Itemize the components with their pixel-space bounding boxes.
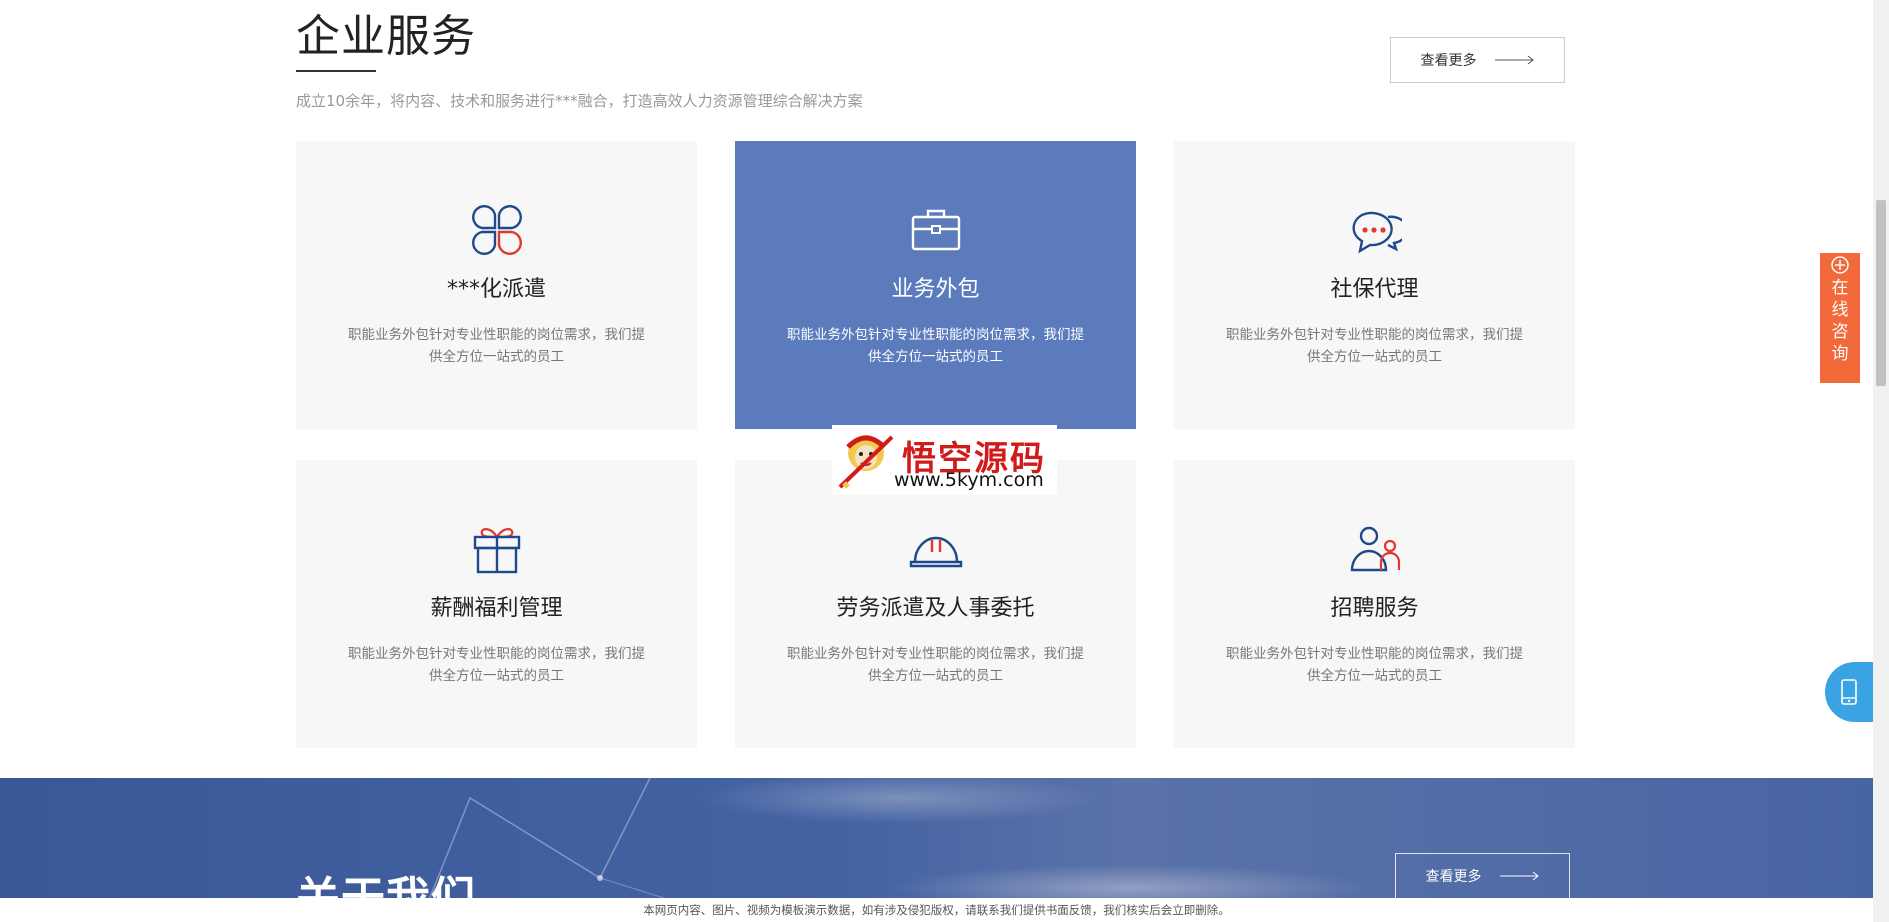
watermark-url: www.5kym.com	[894, 469, 1044, 491]
view-more-button[interactable]: 查看更多	[1390, 37, 1565, 83]
hard-hat-icon	[909, 536, 962, 568]
gift-icon	[473, 528, 520, 574]
card-title: 社保代理	[1330, 277, 1419, 302]
card-description: 职能业务外包针对专业性职能的岗位需求，我们提供全方位一站式的员工	[1226, 646, 1523, 684]
card-title: 业务外包	[891, 277, 980, 302]
long-arrow-right-icon	[1499, 871, 1539, 881]
long-arrow-right-icon	[1494, 55, 1534, 65]
users-icon	[1350, 526, 1400, 572]
card-description: 职能业务外包针对专业性职能的岗位需求，我们提供全方位一站式的员工	[787, 646, 1084, 684]
clover-icon	[471, 205, 522, 255]
service-card-active[interactable]: 业务外包 职能业务外包针对专业性职能的岗位需求，我们提供全方位一站式的员工	[735, 141, 1136, 429]
consult-label: 在线咨询	[1831, 278, 1849, 364]
online-consult-tab[interactable]: 在线咨询	[1820, 253, 1860, 383]
card-description: 职能业务外包针对专业性职能的岗位需求，我们提供全方位一站式的员工	[348, 646, 645, 684]
card-title: 招聘服务	[1330, 596, 1419, 621]
about-view-more-button[interactable]: 查看更多	[1395, 853, 1570, 899]
card-description: 职能业务外包针对专业性职能的岗位需求，我们提供全方位一站式的员工	[787, 327, 1084, 365]
service-card[interactable]: 社保代理 职能业务外包针对专业性职能的岗位需求，我们提供全方位一站式的员工	[1174, 141, 1575, 429]
phone-contact-button[interactable]	[1825, 662, 1873, 722]
title-underline	[296, 70, 376, 72]
chat-bubbles-icon	[1352, 211, 1402, 254]
view-more-label: 查看更多	[1425, 869, 1482, 885]
service-card[interactable]: ***化派遣 职能业务外包针对专业性职能的岗位需求，我们提供全方位一站式的员工	[296, 141, 697, 429]
section-subtitle: 成立10余年，将内容、技术和服务进行***融合，打造高效人力资源管理综合解决方案	[296, 92, 863, 110]
watermark-logo: 悟空源码 www.5kym.com	[832, 425, 1057, 495]
page-scrollbar[interactable]	[1873, 0, 1889, 922]
service-card[interactable]: 薪酬福利管理 职能业务外包针对专业性职能的岗位需求，我们提供全方位一站式的员工	[296, 460, 697, 748]
briefcase-icon	[911, 209, 960, 251]
service-card[interactable]: 劳务派遣及人事委托 职能业务外包针对专业性职能的岗位需求，我们提供全方位一站式的…	[735, 460, 1136, 748]
plus-circle-icon	[1831, 256, 1849, 274]
card-description: 职能业务外包针对专业性职能的岗位需求，我们提供全方位一站式的员工	[348, 327, 645, 365]
mobile-phone-icon	[1841, 679, 1857, 705]
card-title: 薪酬福利管理	[430, 596, 563, 621]
service-card[interactable]: 招聘服务 职能业务外包针对专业性职能的岗位需求，我们提供全方位一站式的员工	[1174, 460, 1575, 748]
card-title: ***化派遣	[446, 277, 546, 302]
monkey-king-icon	[838, 435, 894, 489]
scrollbar-thumb[interactable]	[1876, 200, 1886, 386]
section-title: 企业服务	[296, 11, 476, 62]
card-description: 职能业务外包针对专业性职能的岗位需求，我们提供全方位一站式的员工	[1226, 327, 1523, 365]
copyright-notice: 本网页内容、图片、视频为模板演示数据，如有涉及侵犯版权，请联系我们提供书面反馈，…	[0, 898, 1873, 922]
card-title: 劳务派遣及人事委托	[836, 596, 1035, 621]
view-more-label: 查看更多	[1420, 53, 1477, 69]
